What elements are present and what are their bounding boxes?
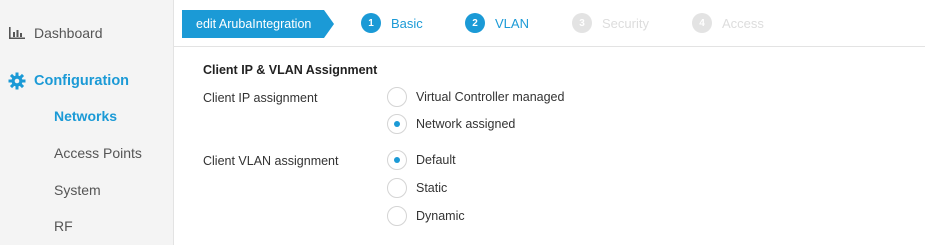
radio-label: Dynamic (416, 209, 465, 223)
nav-dashboard-label: Dashboard (34, 25, 103, 41)
step-label: Basic (391, 15, 423, 31)
step-label: Access (722, 15, 764, 31)
radio-vlan-default[interactable]: Default (387, 149, 456, 171)
step-number-badge: 3 (572, 13, 592, 33)
bar-chart-icon (8, 24, 26, 42)
radio-network-assigned[interactable]: Network assigned (387, 113, 515, 135)
radio-label: Static (416, 181, 448, 195)
radio-circle[interactable] (387, 150, 407, 170)
wizard-step-basic[interactable]: 1 Basic (361, 13, 423, 33)
wizard-step-access: 4 Access (692, 13, 764, 33)
radio-circle[interactable] (387, 87, 407, 107)
radio-vlan-dynamic[interactable]: Dynamic (387, 205, 465, 227)
radio-circle[interactable] (387, 114, 407, 134)
step-label: Security (602, 15, 649, 31)
radio-selected-dot (394, 121, 400, 127)
radio-label: Default (416, 153, 456, 167)
section-title: Client IP & VLAN Assignment (203, 63, 378, 77)
wizard-header: edit ArubaIntegration 1 Basic 2 VLAN 3 S… (174, 0, 925, 47)
nav-configuration[interactable]: Configuration (8, 70, 129, 92)
step-label: VLAN (495, 15, 529, 31)
radio-circle[interactable] (387, 178, 407, 198)
wizard-step-security: 3 Security (572, 13, 649, 33)
nav-dashboard[interactable]: Dashboard (8, 22, 103, 44)
step-number-badge: 4 (692, 13, 712, 33)
radio-virtual-controller-managed[interactable]: Virtual Controller managed (387, 86, 564, 108)
gear-icon (8, 72, 26, 90)
radio-label: Network assigned (416, 117, 516, 131)
client-ip-assignment-label: Client IP assignment (203, 91, 318, 105)
sidebar-item-networks[interactable]: Networks (54, 108, 117, 124)
wizard-step-vlan[interactable]: 2 VLAN (465, 13, 529, 33)
radio-selected-dot (394, 157, 400, 163)
edit-network-label: edit ArubaIntegration (196, 17, 312, 31)
edit-network-tag: edit ArubaIntegration (182, 10, 334, 38)
nav-configuration-label: Configuration (34, 73, 130, 89)
radio-circle[interactable] (387, 206, 407, 226)
sidebar-item-access-points[interactable]: Access Points (54, 145, 142, 161)
radio-label: Virtual Controller managed (416, 90, 565, 104)
radio-vlan-static[interactable]: Static (387, 177, 447, 199)
sidebar-item-rf[interactable]: RF (54, 218, 73, 234)
sidebar: Dashboard Configuration Networks Access … (0, 0, 174, 245)
step-number-badge: 2 (465, 13, 485, 33)
sidebar-item-system[interactable]: System (54, 182, 101, 198)
step-number-badge: 1 (361, 13, 381, 33)
client-vlan-assignment-label: Client VLAN assignment (203, 154, 339, 168)
